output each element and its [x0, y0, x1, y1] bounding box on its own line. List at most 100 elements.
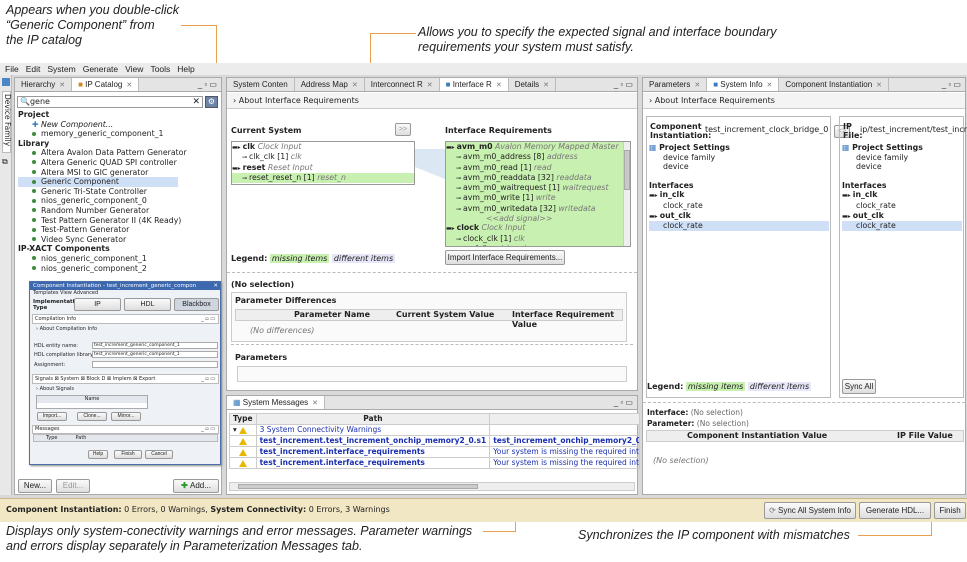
tab-interconnect[interactable]: Interconnect R ✕ — [365, 78, 440, 91]
tab-device-family[interactable]: Device Family — [2, 91, 12, 153]
ci-tree-row[interactable]: device family — [649, 153, 829, 163]
cancel-button[interactable]: Cancel — [145, 450, 173, 459]
tab-system-info[interactable]: ■ System Info ✕ — [707, 78, 780, 91]
ci-tree-row[interactable]: ▬▸ in_clk — [649, 190, 829, 201]
menu-generate[interactable]: Generate — [83, 64, 118, 74]
window-controls[interactable]: _ ▫ ▭ — [201, 375, 215, 383]
finish-button[interactable]: Finish — [934, 502, 966, 519]
ci-tree-row[interactable]: ▬▸ out_clk — [649, 211, 829, 222]
ci-tree-row[interactable]: device — [649, 162, 829, 172]
catalog-item[interactable]: Altera Avalon Data Pattern Generator — [18, 148, 218, 158]
close-icon[interactable]: ✕ — [543, 82, 549, 89]
window-controls[interactable]: _ ▫ ▭ — [614, 396, 633, 409]
catalog-item[interactable]: Test Pattern Generator II (4K Ready) — [18, 216, 218, 226]
ci-tree-row[interactable]: clock_rate — [649, 221, 829, 231]
hdl-entity-field[interactable]: test_increment_generic_component_1 — [92, 342, 218, 349]
close-icon[interactable]: ✕ — [213, 282, 218, 290]
close-icon[interactable]: ✕ — [496, 82, 502, 89]
tree-row[interactable]: ▬▸ reset Reset Input — [446, 243, 630, 246]
message-row[interactable]: test_increment.interface_requirements You… — [229, 457, 641, 469]
new-button[interactable]: New... — [18, 479, 52, 493]
clear-icon[interactable]: ✕ — [192, 97, 200, 107]
assignment-field[interactable] — [92, 361, 218, 368]
catalog-item[interactable]: nios_generic_component_2 — [18, 264, 218, 274]
close-icon[interactable]: ✕ — [126, 82, 132, 89]
tab-parameters[interactable]: Parameters ✕ — [643, 78, 708, 91]
clone-signals-button[interactable]: Clone... — [77, 412, 107, 421]
tree-row[interactable]: ⊸ avm_m0_waitrequest [1] waitrequest — [446, 183, 630, 194]
scrollbar-thumb[interactable] — [238, 484, 478, 489]
horizontal-scrollbar[interactable] — [229, 482, 635, 491]
tab-system-contents[interactable]: System Conten — [227, 78, 295, 91]
catalog-item[interactable]: Test-Pattern Generator — [18, 225, 218, 235]
catalog-item[interactable]: Random Number Generator — [18, 206, 218, 216]
catalog-item[interactable]: nios_generic_component_1 — [18, 254, 218, 264]
gear-icon[interactable]: ⚙ — [205, 96, 218, 108]
catalog-item[interactable]: Generic Tri-State Controller — [18, 187, 218, 197]
tree-row[interactable]: ▬▸ clock Clock Input — [446, 223, 630, 234]
tab-compilation-info[interactable]: Compilation Info — [35, 316, 76, 322]
close-icon[interactable]: ✕ — [767, 82, 773, 89]
hdl-library-field[interactable]: test_increment_generic_component_1 — [92, 351, 218, 358]
tab-hierarchy[interactable]: Hierarchy ✕ — [15, 78, 73, 91]
tree-row[interactable]: ▬▸ clk Clock Input — [232, 142, 414, 152]
impl-ip-button[interactable]: IP — [74, 298, 121, 311]
tree-row[interactable]: ⊸ clock_clk [1] clk — [446, 233, 630, 244]
tree-row[interactable]: ⊸ clk_clk [1] clk — [232, 152, 414, 162]
mirror-signals-button[interactable]: Mirror... — [111, 412, 141, 421]
close-icon[interactable]: ✕ — [59, 82, 65, 89]
dialog-menu-advanced[interactable]: Advanced — [73, 290, 98, 296]
ci-tree-row[interactable]: device — [842, 162, 962, 172]
ci-tree-row[interactable]: clock_rate — [842, 221, 962, 231]
search-input[interactable]: 🔍gene ✕ — [17, 96, 203, 108]
menu-file[interactable]: File — [5, 64, 19, 74]
tab-interface-requirements[interactable]: ■ Interface R ✕ — [439, 78, 509, 91]
dialog-menu-view[interactable]: View — [60, 290, 72, 296]
window-controls[interactable]: _ ▫ ▭ — [201, 315, 215, 323]
tab-block[interactable]: Block D — [86, 376, 105, 382]
menu-view[interactable]: View — [125, 64, 143, 74]
tree-row[interactable]: ⊸ avm_m0_writedata [32] writedata — [446, 203, 630, 215]
tab-ip-catalog[interactable]: ■ IP Catalog ✕ — [72, 78, 140, 91]
tree-row[interactable]: ▬▸ reset Reset Input — [232, 162, 414, 173]
tab-component-instantiation[interactable]: Component Instantiation ✕ — [779, 78, 890, 91]
sync-all-button[interactable]: Sync All — [842, 379, 876, 394]
ci-tree-row[interactable]: ▬▸ out_clk — [842, 211, 962, 222]
ci-tree-row[interactable]: clock_rate — [842, 201, 962, 211]
add-button[interactable]: ✚ Add... — [173, 479, 219, 493]
tab-export[interactable]: Export — [139, 376, 155, 382]
close-icon[interactable]: ✕ — [427, 82, 433, 89]
tab-details[interactable]: Details ✕ — [509, 78, 557, 91]
menu-system[interactable]: System — [47, 64, 75, 74]
catalog-item[interactable]: memory_generic_component_1 — [18, 129, 218, 139]
restore-icon[interactable]: ⧉ — [2, 157, 8, 167]
close-icon[interactable]: ✕ — [694, 82, 700, 89]
dialog-menu-templates[interactable]: Templates — [33, 290, 58, 296]
window-controls[interactable]: _ ▫ ▭ — [614, 78, 633, 91]
tree-row[interactable]: ▬▸ avm_m0 Avalon Memory Mapped Master — [446, 142, 630, 153]
dialog-finish-button[interactable]: Finish — [114, 450, 142, 459]
close-icon[interactable]: ✕ — [876, 82, 882, 89]
close-icon[interactable]: ✕ — [352, 82, 358, 89]
about-right-bar[interactable]: › About Interface Requirements — [643, 93, 965, 109]
catalog-item[interactable]: Altera Generic QUAD SPI controller — [18, 158, 218, 168]
tab-address-map[interactable]: Address Map ✕ — [295, 78, 365, 91]
tree-row[interactable]: ⊸ avm_m0_read [1] read — [446, 162, 630, 173]
menu-tools[interactable]: Tools — [150, 64, 170, 74]
impl-hdl-button[interactable]: HDL — [124, 298, 171, 311]
sync-all-system-info-button[interactable]: ⟳ Sync All System Info — [764, 502, 856, 519]
tree-row[interactable]: ⊸ avm_m0_write [1] write — [446, 193, 630, 204]
catalog-item[interactable]: ✚ New Component... — [18, 120, 218, 130]
generate-hdl-button[interactable]: Generate HDL... — [859, 502, 931, 519]
window-controls[interactable]: _ ▫ ▭ — [198, 78, 217, 91]
help-button[interactable]: Help — [88, 450, 108, 459]
window-controls[interactable]: _ ▫ ▭ — [201, 426, 215, 433]
tab-system-messages[interactable]: ▦ System Messages ✕ — [227, 396, 326, 409]
message-row[interactable]: ▾ 3 System Connectivity Warnings — [229, 424, 641, 436]
scrollbar-thumb[interactable] — [624, 150, 630, 190]
ci-tree-row[interactable]: clock_rate — [649, 201, 829, 211]
tree-row[interactable]: <<add signal>> — [446, 214, 630, 224]
menu-help[interactable]: Help — [177, 64, 194, 74]
tab-implem[interactable]: Implem — [113, 376, 132, 382]
catalog-item[interactable]: Generic Component — [18, 177, 178, 187]
